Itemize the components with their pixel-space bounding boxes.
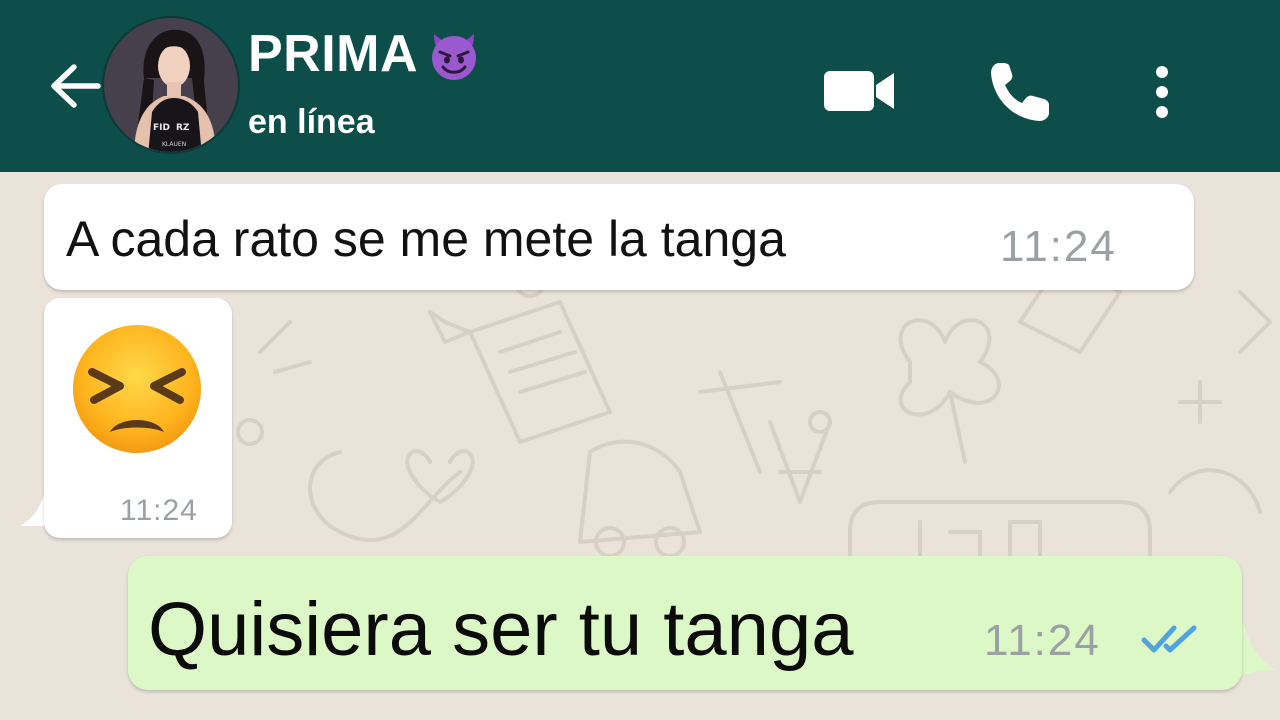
avatar-shirt-text: FID (153, 123, 170, 133)
incoming-emoji-message[interactable]: 11:24 (44, 298, 232, 538)
back-button[interactable] (44, 58, 104, 114)
video-call-button[interactable] (818, 60, 902, 122)
persevering-face-emoji (73, 325, 201, 453)
message-time: 11:24 (1000, 222, 1117, 271)
phone-icon (991, 63, 1049, 121)
arrow-left-icon (51, 64, 101, 108)
outgoing-message[interactable]: Quisiera ser tu tanga 11:24 (128, 556, 1242, 690)
contact-status: en línea (248, 103, 375, 141)
contact-name-text: PRIMA (248, 25, 419, 83)
avatar-shirt-text: RZ (176, 123, 190, 133)
video-camera-icon (824, 71, 894, 111)
incoming-message[interactable]: A cada rato se me mete la tanga 11:24 (44, 184, 1194, 290)
more-vertical-icon (1156, 66, 1168, 118)
message-time: 11:24 (120, 494, 198, 527)
message-time: 11:24 (984, 616, 1101, 665)
message-text: Quisiera ser tu tanga (148, 587, 854, 672)
smiling-face-with-horns-emoji (432, 34, 477, 80)
read-double-check-icon (1141, 625, 1197, 653)
message-text: A cada rato se me mete la tanga (66, 211, 786, 267)
more-options-button[interactable] (1140, 56, 1184, 128)
contact-avatar[interactable]: FID RZ KLAUEN (102, 16, 240, 154)
chat-header: FID RZ KLAUEN PRIMA en línea (0, 0, 1280, 172)
voice-call-button[interactable] (980, 56, 1060, 128)
contact-name[interactable]: PRIMA (248, 24, 484, 84)
avatar-shirt-text: KLAUEN (162, 141, 186, 148)
chat-area[interactable]: A cada rato se me mete la tanga 11:24 11… (0, 172, 1280, 720)
avatar-photo: FID RZ KLAUEN (104, 18, 238, 152)
